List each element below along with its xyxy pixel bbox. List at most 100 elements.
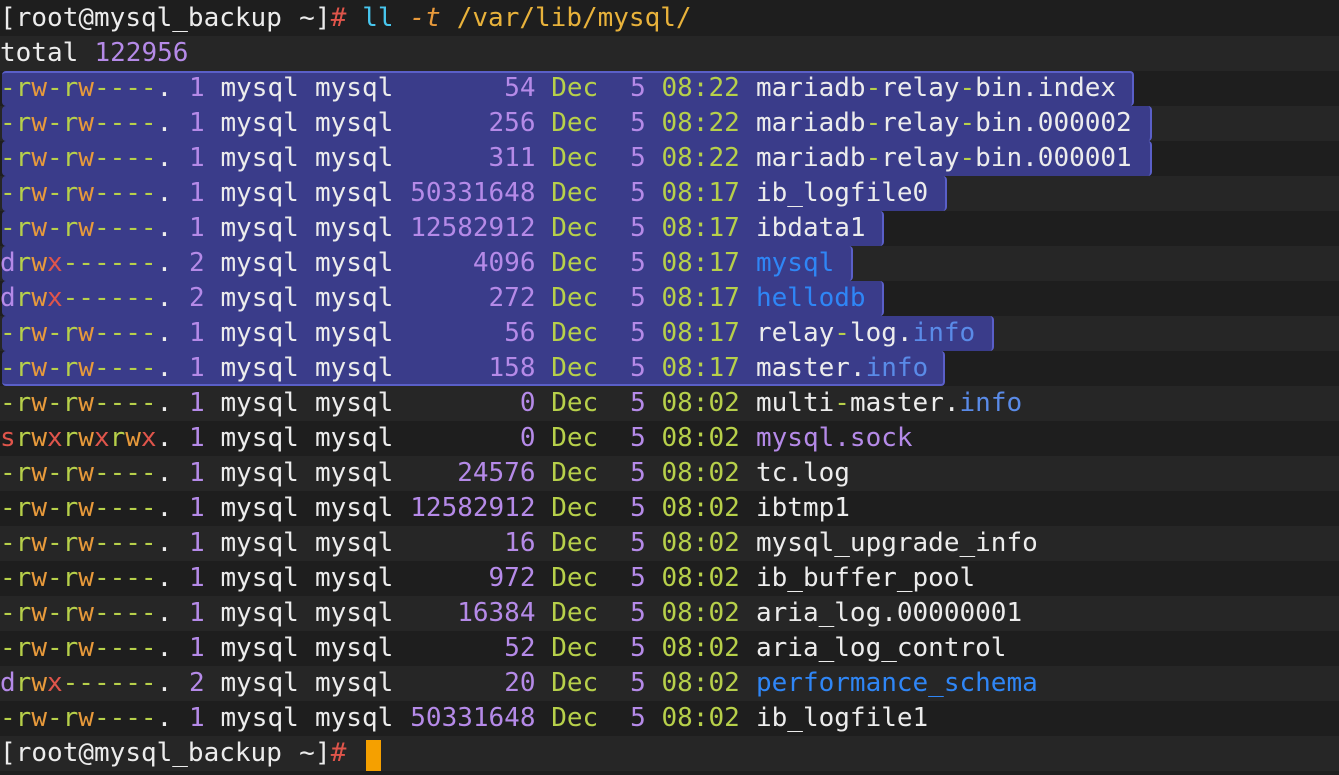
link-count: 1 [189, 423, 205, 453]
link-count: 1 [189, 458, 205, 488]
mod-time: 08:22 [661, 143, 740, 173]
mod-month: Dec [551, 248, 599, 278]
file-name[interactable]: performance_schema [756, 666, 1038, 701]
link-count: 1 [189, 633, 205, 663]
mod-time: 08:02 [661, 493, 740, 523]
file-name[interactable]: mysql [756, 246, 834, 281]
permissions: drwx------. [0, 283, 173, 313]
file-name[interactable]: ibtmp1 [756, 491, 850, 526]
owner-user: mysql [220, 668, 299, 698]
file-row: -rw-rw----. 1 mysql mysql 256 Dec 5 08:22 mariad… [0, 106, 1339, 141]
permissions: -rw-rw----. [0, 143, 173, 173]
owner-group: mysql [315, 633, 394, 663]
file-name[interactable]: master.info [756, 351, 928, 386]
link-count: 1 [189, 143, 205, 173]
mod-day: 5 [630, 248, 646, 278]
permissions: -rw-rw----. [0, 213, 173, 243]
file-name[interactable]: mariadb-relay-bin.000001 [756, 141, 1132, 176]
owner-group: mysql [315, 108, 394, 138]
prompt-user-host: root@mysql_backup [15, 738, 282, 768]
owner-group: mysql [315, 703, 394, 733]
mod-day: 5 [630, 353, 646, 383]
file-name[interactable]: mariadb-relay-bin.index [756, 71, 1116, 106]
file-row: drwx------. 2 mysql mysql 272 Dec 5 08:17 hellod… [0, 281, 1339, 316]
owner-user: mysql [220, 248, 299, 278]
file-name[interactable]: multi-master.info [756, 386, 1022, 421]
file-name[interactable]: mysql.sock [756, 421, 913, 456]
permissions: -rw-rw----. [0, 633, 173, 663]
total-value: 122956 [94, 38, 189, 68]
file-size: 311 [488, 143, 536, 173]
mod-day: 5 [630, 283, 646, 313]
link-count: 1 [189, 353, 205, 383]
owner-group: mysql [315, 528, 394, 558]
mod-month: Dec [551, 353, 599, 383]
mod-day: 5 [630, 563, 646, 593]
command-flag: -t [409, 3, 441, 33]
mod-month: Dec [551, 668, 599, 698]
text-cursor[interactable] [366, 740, 382, 771]
file-size: 52 [504, 633, 536, 663]
mod-day: 5 [630, 703, 646, 733]
link-count: 1 [189, 73, 205, 103]
terminal-window[interactable]: [root@mysql_backup ~] # ll -t/var/lib/mysql… [0, 0, 1339, 775]
mod-month: Dec [551, 563, 599, 593]
mod-day: 5 [630, 178, 646, 208]
file-size: 20 [504, 668, 536, 698]
file-size: 158 [488, 353, 536, 383]
owner-user: mysql [220, 283, 299, 313]
file-row: -rw-rw----. 1 mysql mysql 972 Dec 5 08:02 ib_buf… [0, 561, 1339, 596]
file-row: srwxrwxrwx. 1 mysql mysql 0 Dec 5 08:02 mysql.so… [0, 421, 1339, 456]
mod-time: 08:02 [661, 668, 740, 698]
owner-user: mysql [220, 353, 299, 383]
mod-month: Dec [551, 493, 599, 523]
file-name[interactable]: mysql_upgrade_info [756, 526, 1038, 561]
mod-month: Dec [551, 423, 599, 453]
link-count: 1 [189, 213, 205, 243]
file-name[interactable]: relay-log.info [756, 316, 975, 351]
file-size: 16384 [457, 598, 536, 628]
file-row: -rw-rw----. 1 mysql mysql 50331648 Dec 5 08:02 i… [0, 701, 1339, 736]
file-name[interactable]: aria_log_control [756, 631, 1006, 666]
owner-user: mysql [220, 458, 299, 488]
permissions: -rw-rw----. [0, 108, 173, 138]
file-name[interactable]: ib_logfile0 [756, 176, 928, 211]
permissions: -rw-rw----. [0, 563, 173, 593]
owner-group: mysql [315, 388, 394, 418]
file-name[interactable]: mariadb-relay-bin.000002 [756, 106, 1132, 141]
file-name[interactable]: hellodb [756, 281, 866, 316]
permissions: -rw-rw----. [0, 388, 173, 418]
command-line: [root@mysql_backup ~] # ll -t/var/lib/mysql… [0, 1, 1339, 36]
file-name[interactable]: ibdata1 [756, 211, 866, 246]
owner-group: mysql [315, 353, 394, 383]
file-row: drwx------. 2 mysql mysql 4096 Dec 5 08:17 mysql [0, 246, 1339, 281]
mod-time: 08:02 [661, 598, 740, 628]
mod-month: Dec [551, 528, 599, 558]
file-size: 12582912 [410, 213, 536, 243]
file-name[interactable]: ib_logfile1 [756, 701, 928, 736]
owner-group: mysql [315, 143, 394, 173]
file-row: -rw-rw----. 1 mysql mysql 16 Dec 5 08:02 mysql_u… [0, 526, 1339, 561]
mod-day: 5 [630, 458, 646, 488]
mod-day: 5 [630, 388, 646, 418]
file-name[interactable]: aria_log.00000001 [756, 596, 1022, 631]
mod-month: Dec [551, 178, 599, 208]
mod-time: 08:02 [661, 633, 740, 663]
file-size: 24576 [457, 458, 536, 488]
mod-day: 5 [630, 108, 646, 138]
owner-user: mysql [220, 563, 299, 593]
owner-group: mysql [315, 458, 394, 488]
file-name[interactable]: tc.log [756, 456, 850, 491]
owner-group: mysql [315, 423, 394, 453]
mod-day: 5 [630, 598, 646, 628]
permissions: drwx------. [0, 248, 173, 278]
file-name[interactable]: ib_buffer_pool [756, 561, 975, 596]
file-row: -rw-rw----. 1 mysql mysql 54 Dec 5 08:22 mariadb… [0, 71, 1339, 106]
mod-time: 08:17 [661, 248, 740, 278]
link-count: 1 [189, 528, 205, 558]
owner-user: mysql [220, 143, 299, 173]
file-row: -rw-rw----. 1 mysql mysql 52 Dec 5 08:02 aria_lo… [0, 631, 1339, 666]
file-size: 256 [488, 108, 536, 138]
permissions: drwx------. [0, 668, 173, 698]
owner-user: mysql [220, 633, 299, 663]
